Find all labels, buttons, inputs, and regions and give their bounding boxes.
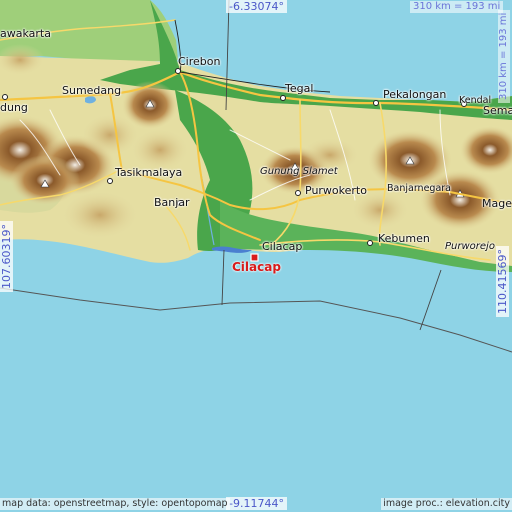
coord-bottom: -9.11744° — [226, 497, 287, 510]
terrain-map[interactable] — [0, 0, 512, 512]
label-banjar: Banjar — [154, 196, 190, 209]
label-kebumen: Kebumen — [378, 232, 430, 245]
coord-top: -6.33074° — [226, 0, 287, 13]
label-tasikmalaya: Tasikmalaya — [115, 166, 183, 179]
label-purwokerto: Purwokerto — [305, 184, 367, 197]
coord-right: 110.41569° — [496, 246, 509, 317]
label-semarang: Sema — [483, 104, 512, 117]
label-cilacap: Cilacap — [262, 240, 303, 253]
label-tegal: Tegal — [285, 82, 314, 95]
label-banjarnegara: Banjarnegara — [387, 183, 452, 194]
footer-attribution: map data: openstreetmap, style: opentopo… — [0, 498, 230, 510]
label-bandung: dung — [0, 101, 28, 114]
label-sumedang: Sumedang — [62, 84, 122, 97]
label-magelang: Mage — [482, 197, 512, 210]
label-gunung-slamet: Gunung Slamet — [260, 166, 338, 177]
label-pekalongan: Pekalongan — [383, 88, 447, 101]
coord-left: 107.60319° — [0, 221, 13, 292]
label-karawang: awakarta — [0, 27, 51, 40]
scale-top: 310 km = 193 mi — [410, 1, 504, 13]
label-cirebon: Cirebon — [178, 55, 221, 68]
footer-credit: image proc.: elevation.city — [381, 498, 512, 510]
scale-right: 310 km = 193 mi — [498, 9, 510, 103]
label-cilacap-highlight[interactable]: Cilacap — [232, 261, 281, 273]
label-purworejo: Purworejo — [445, 241, 495, 252]
